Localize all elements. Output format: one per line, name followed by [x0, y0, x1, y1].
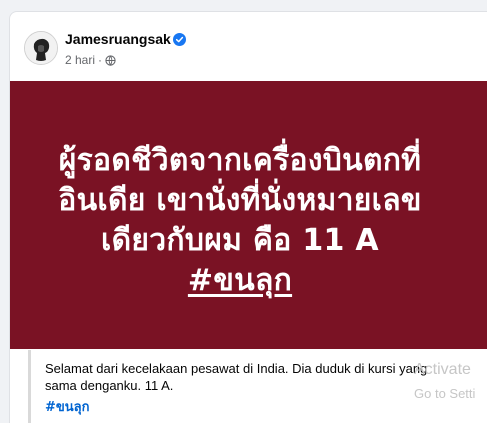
author-avatar[interactable] [24, 31, 58, 65]
post-header: Jamesruangsak 2 hari · [10, 12, 487, 80]
banner-text: ผู้รอดชีวิตจากเครื่องบินตกที่ อินเดีย เข… [10, 141, 470, 301]
watermark-title: Activate [414, 361, 471, 378]
banner-line: ผู้รอดชีวิตจากเครื่องบินตกที่ [58, 143, 422, 178]
watermark-subtitle: Go to Setti [414, 386, 476, 401]
globe-icon[interactable] [105, 54, 116, 66]
post-meta: 2 hari · [65, 53, 116, 67]
author-name[interactable]: Jamesruangsak [65, 31, 171, 47]
banner-hashtag: #ขนลุก [187, 263, 293, 298]
banner-line: อินเดีย เขานั่งที่นั่งหมายเลข [58, 183, 422, 218]
caption-hashtag-link[interactable]: #ขนลุก [45, 396, 90, 417]
post-time[interactable]: 2 hari [65, 53, 95, 67]
post-caption: Selamat dari kecelakaan pesawat di India… [45, 361, 428, 393]
activate-windows-watermark: Activate Go to Setti [414, 360, 475, 404]
verified-badge-icon [173, 33, 186, 46]
post-image-banner[interactable]: ผู้รอดชีวิตจากเครื่องบินตกที่ อินเดีย เข… [10, 81, 487, 349]
banner-line: เดียวกับผม คือ 11 A [101, 223, 379, 258]
meta-separator: · [98, 53, 103, 67]
